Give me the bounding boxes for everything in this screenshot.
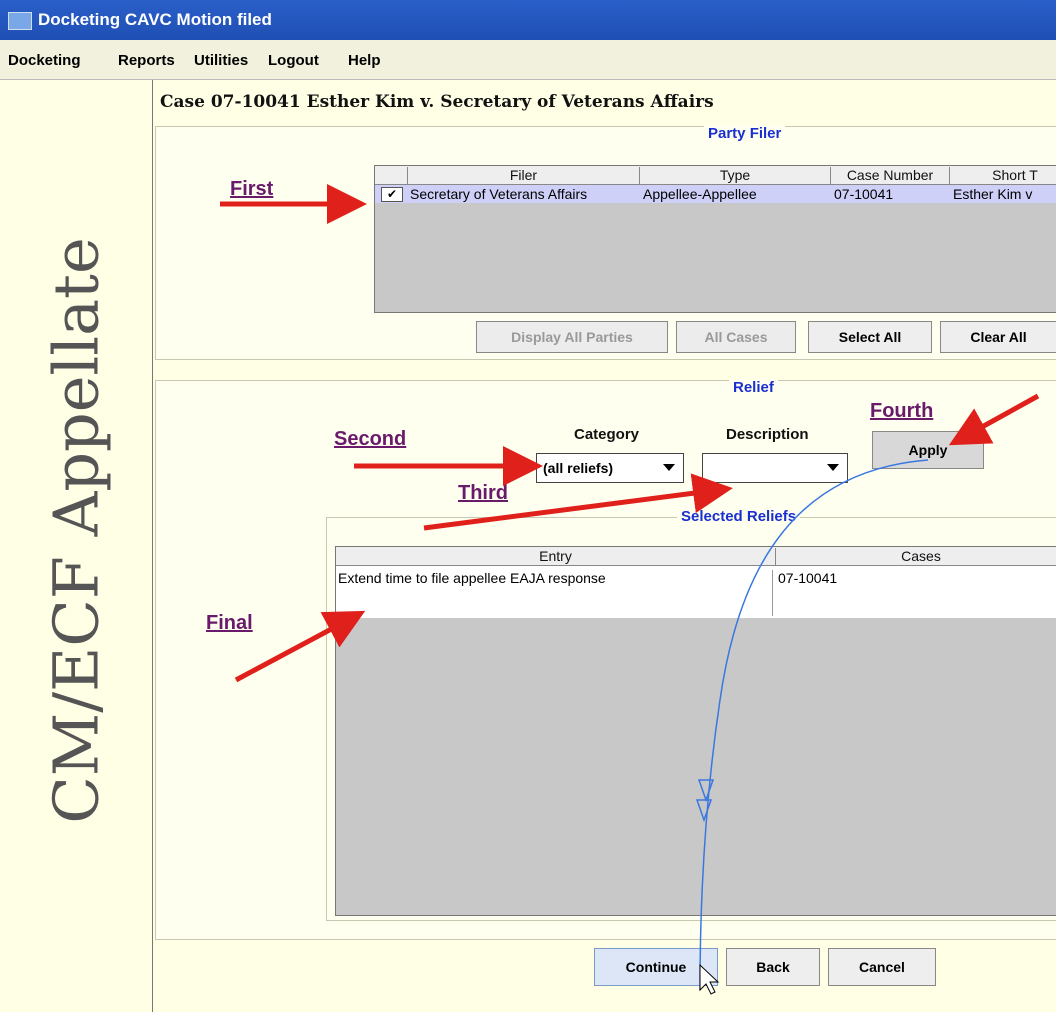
menu-bar: Docketing Reports Utilities Logout Help — [0, 40, 1056, 80]
category-value: (all reliefs) — [543, 460, 614, 476]
cell-entry: Extend time to file appellee EAJA respon… — [338, 570, 773, 616]
selected-reliefs-table[interactable]: Entry Cases Extend time to file appellee… — [335, 546, 1056, 916]
menu-logout[interactable]: Logout — [268, 52, 319, 69]
menu-utilities[interactable]: Utilities — [194, 52, 248, 69]
cell-short-title: Esther Kim v — [953, 186, 1033, 202]
col-type-header[interactable]: Type — [640, 167, 831, 184]
annotation-second: Second — [334, 428, 407, 450]
annotation-first: First — [230, 178, 274, 200]
party-filer-table-header: Filer Type Case Number Short T — [375, 166, 1056, 185]
chevron-down-icon — [827, 464, 839, 471]
window-titlebar: Docketing CAVC Motion filed — [0, 0, 1056, 40]
brand-vertical-text: CM/ECF Appellate — [39, 236, 113, 824]
filer-checkbox[interactable]: ✔ — [381, 187, 403, 202]
annotation-final: Final — [206, 612, 253, 634]
clear-all-button[interactable]: Clear All — [940, 321, 1056, 353]
case-title: Case 07-10041 Esther Kim v. Secretary of… — [160, 92, 714, 112]
cell-case-number: 07-10041 — [834, 186, 894, 202]
col-filer-header[interactable]: Filer — [408, 167, 640, 184]
cancel-button[interactable]: Cancel — [828, 948, 936, 986]
col-cases-header[interactable]: Cases — [776, 548, 1056, 565]
select-all-button[interactable]: Select All — [808, 321, 932, 353]
relief-title: Relief — [729, 379, 778, 396]
cell-filer: Secretary of Veterans Affairs — [410, 186, 588, 202]
col-check-header — [375, 167, 408, 184]
back-button[interactable]: Back — [726, 948, 820, 986]
selected-reliefs-header: Entry Cases — [336, 547, 1056, 566]
description-dropdown[interactable] — [702, 453, 848, 483]
annotation-third: Third — [458, 482, 508, 504]
col-short-title-header[interactable]: Short T — [950, 167, 1056, 184]
category-label: Category — [574, 426, 640, 443]
col-case-number-header[interactable]: Case Number — [831, 167, 950, 184]
party-filer-panel: Party Filer Filer Type Case Number Short… — [155, 125, 1056, 360]
display-all-parties-button[interactable]: Display All Parties — [476, 321, 668, 353]
menu-help[interactable]: Help — [348, 52, 381, 69]
apply-button[interactable]: Apply — [872, 431, 984, 469]
category-dropdown[interactable]: (all reliefs) — [536, 453, 684, 483]
app-icon — [8, 12, 32, 30]
party-filer-title: Party Filer — [704, 125, 786, 142]
chevron-down-icon — [663, 464, 675, 471]
selected-reliefs-panel: Selected Reliefs Entry Cases Extend time… — [326, 508, 1056, 921]
window-title: Docketing CAVC Motion filed — [38, 10, 272, 29]
all-cases-button[interactable]: All Cases — [676, 321, 796, 353]
relief-panel: Relief Category Description (all reliefs… — [155, 379, 1056, 940]
menu-reports[interactable]: Reports — [118, 52, 175, 69]
table-row[interactable]: ✔ Secretary of Veterans Affairs Appellee… — [375, 185, 1056, 203]
cell-type: Appellee-Appellee — [643, 186, 757, 202]
description-label: Description — [726, 426, 809, 443]
party-filer-table[interactable]: Filer Type Case Number Short T ✔ Secreta… — [374, 165, 1056, 313]
selected-reliefs-title: Selected Reliefs — [677, 508, 801, 525]
table-row[interactable]: Extend time to file appellee EAJA respon… — [336, 566, 1056, 618]
menu-docketing[interactable]: Docketing — [8, 52, 81, 69]
sidebar-brand-panel: CM/ECF Appellate — [0, 80, 153, 1012]
annotation-fourth: Fourth — [870, 400, 934, 422]
cell-cases: 07-10041 — [778, 570, 838, 586]
continue-button[interactable]: Continue — [594, 948, 718, 986]
col-entry-header[interactable]: Entry — [336, 548, 776, 565]
